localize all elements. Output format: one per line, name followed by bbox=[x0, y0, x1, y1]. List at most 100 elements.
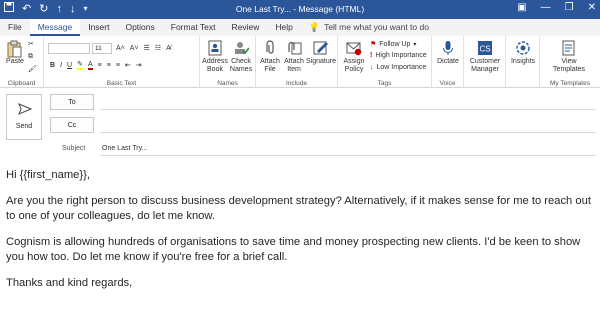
my-templates-group-label: My Templates bbox=[550, 80, 590, 87]
bullets-icon[interactable]: ☰ bbox=[144, 44, 150, 52]
font-size-controls: A˄ A˅ ☰ ☷ A̸ bbox=[116, 44, 171, 53]
crm-group: CS Customer Manager bbox=[464, 36, 506, 88]
font-name-box[interactable] bbox=[48, 43, 90, 54]
tell-me-search[interactable]: 💡 Tell me what you want to do bbox=[301, 19, 437, 36]
align-left-icon[interactable]: ≡ bbox=[98, 62, 102, 69]
flag-icon: ⚑ bbox=[370, 41, 377, 48]
tab-insert[interactable]: Insert bbox=[80, 19, 117, 36]
font-color-icon[interactable]: A bbox=[87, 61, 93, 70]
window-title: One Last Try... - Message (HTML) bbox=[235, 4, 365, 14]
greeting-line: Hi {{first_name}}, bbox=[6, 169, 90, 181]
basic-text-group-label: Basic Text bbox=[106, 80, 137, 87]
signature-icon bbox=[313, 40, 329, 56]
paste-button[interactable]: Paste bbox=[4, 40, 26, 66]
tab-file[interactable]: File bbox=[0, 19, 30, 36]
format-painter-icon[interactable]: 🖌 bbox=[28, 65, 37, 73]
follow-up-button[interactable]: ⚑ Follow Up ▾ bbox=[370, 40, 417, 49]
align-right-icon[interactable]: ≡ bbox=[116, 62, 120, 69]
highlight-icon[interactable]: ✎ bbox=[77, 60, 83, 70]
body-paragraph-2: Cognism is allowing hundreds of organisa… bbox=[6, 236, 581, 263]
bold-icon[interactable]: B bbox=[50, 62, 55, 69]
send-button[interactable]: Send bbox=[6, 94, 42, 140]
low-importance-button[interactable]: ↓ Low Importance bbox=[370, 64, 426, 71]
assign-policy-button[interactable]: Assign Policy bbox=[340, 40, 368, 74]
customer-manager-button[interactable]: CS Customer Manager bbox=[466, 40, 504, 74]
restore-icon[interactable]: ❐ bbox=[565, 2, 574, 13]
dictate-label: Dictate bbox=[437, 58, 459, 65]
high-importance-icon: ! bbox=[370, 52, 373, 59]
align-center-icon[interactable]: ≡ bbox=[107, 62, 111, 69]
chevron-down-icon: ▾ bbox=[413, 41, 417, 48]
minimize-icon[interactable]: — bbox=[541, 2, 551, 13]
shrink-font-icon[interactable]: A˅ bbox=[130, 45, 139, 52]
address-book-label: Address Book bbox=[202, 58, 228, 73]
italic-icon[interactable]: I bbox=[60, 62, 62, 69]
copy-icon[interactable]: ⧉ bbox=[28, 53, 33, 61]
cc-button[interactable]: Cc bbox=[50, 117, 94, 133]
paste-label: Paste bbox=[6, 58, 24, 65]
customer-manager-label: Customer Manager bbox=[469, 58, 501, 73]
close-icon[interactable]: ✕ bbox=[588, 2, 596, 13]
tab-format-text[interactable]: Format Text bbox=[163, 19, 224, 36]
insights-label: Insights bbox=[510, 58, 536, 65]
attach-file-label: Attach File bbox=[260, 58, 280, 73]
low-importance-label: Low Importance bbox=[376, 64, 427, 71]
format-controls: B I U ✎ A ≡ ≡ ≡ ⇤ ⇥ bbox=[50, 60, 142, 70]
voice-group: Dictate Voice bbox=[432, 36, 464, 88]
send-label: Send bbox=[15, 123, 33, 130]
font-size-value: 11 bbox=[95, 45, 102, 52]
high-importance-button[interactable]: ! High Importance bbox=[370, 52, 427, 59]
check-names-icon bbox=[233, 40, 250, 56]
attach-item-label: Attach Item bbox=[284, 58, 304, 73]
window-controls: ▣ — ❐ ✕ bbox=[517, 2, 596, 13]
increase-indent-icon[interactable]: ⇥ bbox=[136, 61, 142, 69]
high-importance-label: High Importance bbox=[375, 52, 427, 59]
insights-group: Insights bbox=[506, 36, 540, 88]
insights-icon bbox=[515, 40, 531, 56]
ribbon-tabs: File Message Insert Options Format Text … bbox=[0, 19, 600, 36]
check-names-button[interactable]: Check Names bbox=[228, 40, 254, 74]
view-templates-button[interactable]: View Templates bbox=[546, 40, 592, 74]
tags-group-label: Tags bbox=[377, 80, 392, 87]
my-templates-group: View Templates My Templates bbox=[540, 36, 600, 88]
attach-item-icon bbox=[286, 40, 302, 56]
title-bar: ↶ ↻ ↑ ↓ ▾ One Last Try... - Message (HTM… bbox=[0, 0, 600, 19]
to-field[interactable] bbox=[100, 96, 596, 110]
include-group-label: Include bbox=[286, 80, 307, 87]
attach-item-button[interactable]: Attach Item bbox=[282, 40, 306, 74]
cc-field[interactable] bbox=[100, 119, 596, 133]
svg-text:CS: CS bbox=[479, 45, 490, 54]
grow-font-icon[interactable]: A˄ bbox=[116, 45, 125, 52]
tab-message[interactable]: Message bbox=[29, 19, 81, 36]
lightbulb-icon: 💡 bbox=[308, 22, 321, 32]
underline-icon[interactable]: U bbox=[67, 62, 72, 69]
body-paragraph-1: Are you the right person to discuss busi… bbox=[6, 195, 591, 222]
decrease-indent-icon[interactable]: ⇤ bbox=[125, 61, 131, 69]
templates-icon bbox=[561, 40, 577, 56]
microphone-icon bbox=[440, 40, 456, 56]
basic-text-group: 11 A˄ A˅ ☰ ☷ A̸ B I U ✎ A ≡ ≡ ≡ ⇤ ⇥ Basi… bbox=[44, 36, 200, 88]
include-group: Attach File Attach Item Signature Includ… bbox=[256, 36, 338, 88]
names-group: Address Book Check Names Names bbox=[200, 36, 256, 88]
tab-review[interactable]: Review bbox=[223, 19, 267, 36]
policy-icon bbox=[346, 40, 362, 56]
tab-options[interactable]: Options bbox=[117, 19, 162, 36]
ribbon-display-icon[interactable]: ▣ bbox=[517, 2, 526, 13]
signature-button[interactable]: Signature bbox=[306, 40, 336, 66]
numbering-icon[interactable]: ☷ bbox=[155, 44, 161, 52]
to-button[interactable]: To bbox=[50, 94, 94, 110]
address-book-button[interactable]: Address Book bbox=[202, 40, 228, 74]
tab-help[interactable]: Help bbox=[267, 19, 300, 36]
names-group-label: Names bbox=[217, 80, 238, 87]
attach-file-button[interactable]: Attach File bbox=[258, 40, 282, 74]
assign-policy-label: Assign Policy bbox=[343, 58, 365, 73]
address-book-icon bbox=[207, 40, 223, 56]
font-size-box[interactable]: 11 bbox=[92, 43, 112, 54]
compose-header: Send To Cc Subject One Last Try... bbox=[0, 88, 600, 158]
dictate-button[interactable]: Dictate bbox=[434, 40, 462, 66]
cut-icon[interactable]: ✂ bbox=[28, 40, 34, 48]
paperclip-icon bbox=[262, 40, 278, 56]
insights-button[interactable]: Insights bbox=[508, 40, 538, 66]
message-body[interactable]: Hi {{first_name}}, Are you the right per… bbox=[6, 168, 596, 302]
clear-format-icon[interactable]: A̸ bbox=[166, 45, 171, 52]
